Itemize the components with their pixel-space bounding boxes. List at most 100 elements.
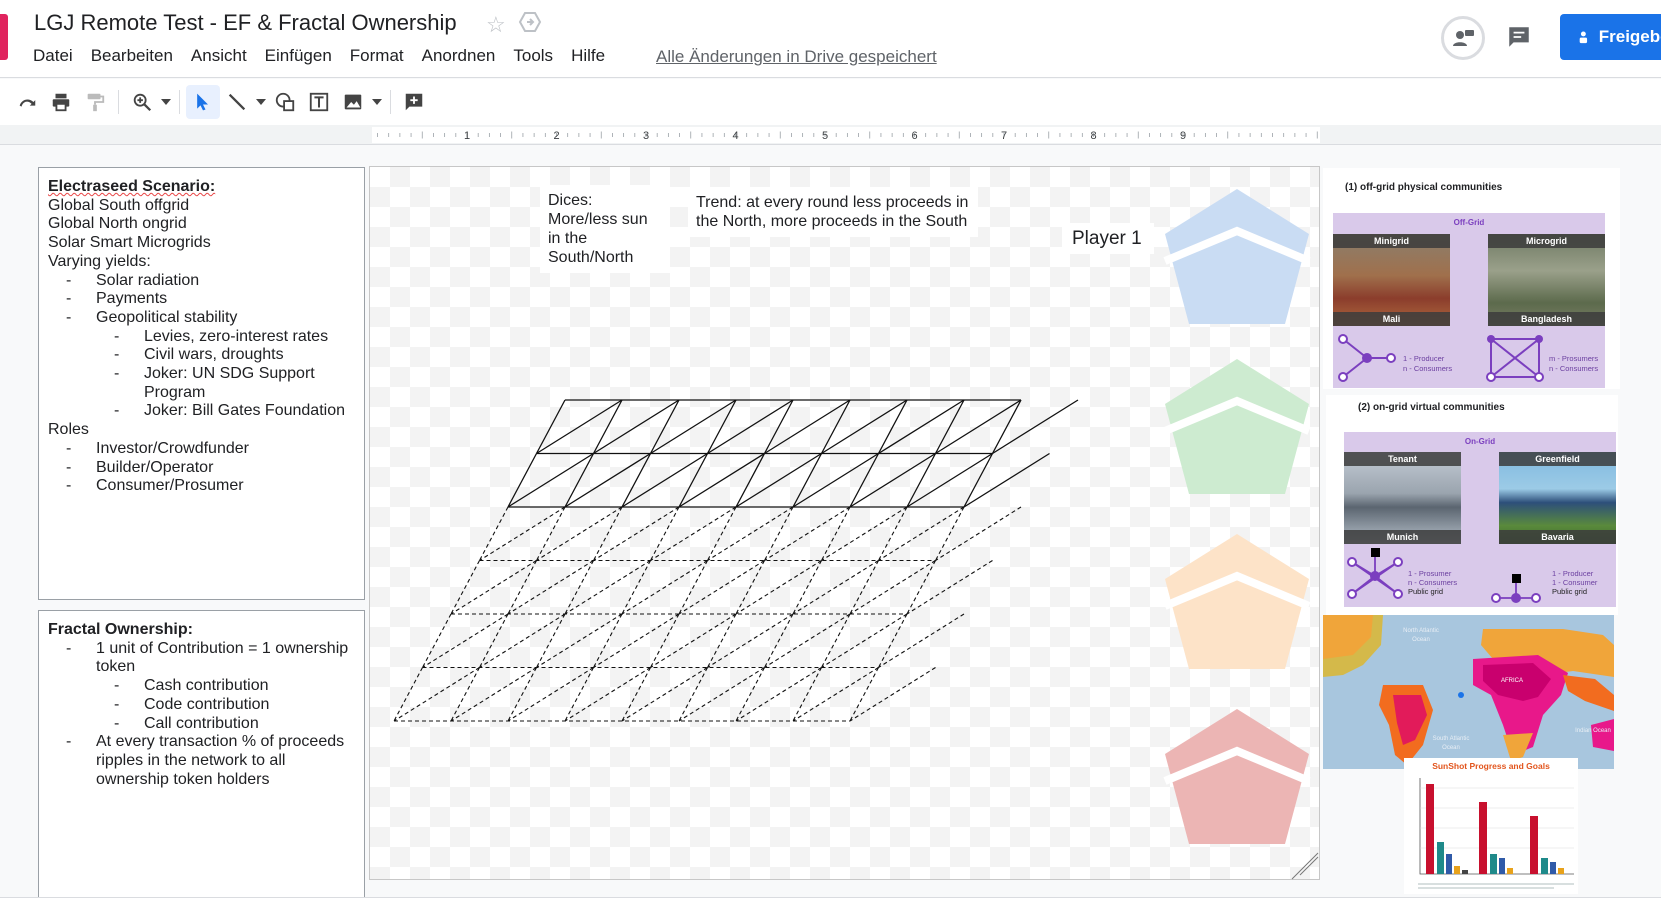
grid-line — [934, 399, 965, 454]
grid-line — [707, 399, 794, 455]
line-dropdown-icon[interactable] — [254, 85, 268, 119]
producer-text-2: 1 - Producer — [1552, 569, 1594, 578]
grid-line — [450, 667, 537, 722]
scenario-textbox[interactable]: Electraseed Scenario: Global South offgr… — [38, 167, 365, 600]
document-title[interactable]: LGJ Remote Test - EF & Fractal Ownership — [34, 10, 457, 36]
grid-line — [792, 452, 879, 508]
toolbar-divider — [118, 90, 119, 114]
grid-line — [564, 453, 595, 508]
munich-label: Munich — [1344, 530, 1461, 544]
prosumers-text: m - Prosumers — [1549, 354, 1599, 363]
offgrid-header: Off-Grid — [1453, 218, 1485, 227]
yield-item: Payments — [48, 290, 355, 309]
grid-line — [422, 613, 452, 668]
map-label: AFRICA — [1501, 678, 1524, 684]
line-icon[interactable] — [220, 85, 254, 119]
grid-line — [678, 453, 709, 508]
menu-ansicht[interactable]: Ansicht — [182, 46, 256, 66]
menu-tools[interactable]: Tools — [504, 46, 562, 66]
stability-item: Joker: UN SDG Support Program — [48, 365, 355, 402]
slides-logo[interactable] — [0, 14, 8, 60]
grid-line — [849, 667, 879, 722]
redo-icon[interactable] — [10, 85, 44, 119]
ruler-number: 2 — [553, 130, 559, 142]
star-icon[interactable]: ☆ — [486, 12, 506, 38]
player-pentagon[interactable] — [1165, 359, 1309, 494]
mesh-network-icon — [1486, 335, 1544, 382]
player-label[interactable]: Player 1 — [1062, 223, 1154, 254]
dices-note[interactable]: Dices: More/less sun in the South/North — [540, 185, 670, 273]
image-icon[interactable] — [336, 85, 370, 119]
tenant-photo: Tenant Munich — [1344, 452, 1461, 544]
menu-einfuegen[interactable]: Einfügen — [256, 46, 341, 66]
share-label: Freigeben — [1598, 27, 1661, 46]
microgrid-label: Microgrid — [1488, 234, 1605, 248]
bavaria-label: Bavaria — [1499, 530, 1616, 544]
textbox-icon[interactable] — [302, 85, 336, 119]
grid-line — [763, 399, 794, 454]
grid-line — [422, 613, 509, 668]
grid-line — [450, 667, 480, 722]
contribution-item: Code contribution — [48, 696, 355, 715]
fractal-title: Fractal Ownership: — [48, 621, 193, 638]
grid-line — [821, 613, 908, 668]
resize-handle-icon[interactable] — [1291, 852, 1319, 880]
player-pentagon[interactable] — [1165, 189, 1309, 324]
role-item: Builder/Operator — [48, 459, 355, 478]
offgrid-image[interactable]: (1) off-grid physical communities Off-Gr… — [1323, 168, 1620, 389]
menu-anordnen[interactable]: Anordnen — [413, 46, 505, 66]
toolbar-divider — [179, 90, 180, 114]
select-icon[interactable] — [186, 85, 220, 119]
grid-line — [792, 560, 879, 615]
grid-line — [536, 613, 623, 668]
grid-star-network-icon — [1347, 548, 1403, 599]
grid-line — [393, 667, 480, 722]
grid-line — [621, 560, 708, 615]
fractal-ownership-textbox[interactable]: Fractal Ownership: 1 unit of Contributio… — [38, 610, 365, 910]
save-status-link[interactable]: Alle Änderungen in Drive gespeichert — [656, 47, 937, 67]
player-pentagon[interactable] — [1165, 709, 1309, 844]
ruler-number: 5 — [822, 130, 828, 142]
image-dropdown-icon[interactable] — [370, 85, 384, 119]
player-pentagon[interactable] — [1165, 534, 1309, 669]
drive-move-icon[interactable] — [518, 10, 542, 40]
ruler-track[interactable]: 1 2 3 4 5 6 7 8 9 — [372, 127, 1320, 143]
sunshot-title: SunShot Progress and Goals — [1432, 761, 1550, 771]
paint-format-icon[interactable] — [78, 85, 112, 119]
ruler-number: 8 — [1090, 130, 1096, 142]
grid-line — [564, 667, 651, 722]
horizontal-ruler: 1 2 3 4 5 6 7 8 9 — [0, 125, 1661, 145]
solar-radiation-map[interactable]: North Atlantic Ocean AFRICA South Atlant… — [1323, 615, 1614, 769]
slide-canvas[interactable]: Dices: More/less sun in the South/North … — [369, 166, 1320, 880]
triangle-grid-board[interactable] — [370, 167, 1321, 881]
grid-line — [479, 506, 509, 561]
grid-line — [650, 613, 737, 668]
sunshot-bars-graphic — [1418, 778, 1574, 889]
menu-bearbeiten[interactable]: Bearbeiten — [82, 46, 182, 66]
menu-format[interactable]: Format — [341, 46, 413, 66]
menu-hilfe[interactable]: Hilfe — [562, 46, 614, 66]
grid-line — [564, 452, 651, 508]
speaker-notes-bar[interactable] — [0, 897, 1661, 911]
menu-datei[interactable]: Datei — [24, 46, 82, 66]
sunshot-chart-image[interactable]: SunShot Progress and Goals — [1404, 758, 1578, 894]
zoom-dropdown-icon[interactable] — [159, 85, 173, 119]
comments-icon[interactable] — [1506, 24, 1532, 55]
ongrid-image[interactable]: (2) on-grid virtual communities On-Grid … — [1326, 395, 1618, 615]
ongrid-panel: On-Grid Tenant Munich Greenfield Bavaria… — [1344, 432, 1616, 607]
grid-line — [479, 506, 566, 561]
zoom-icon[interactable] — [125, 85, 159, 119]
yield-item: Solar radiation — [48, 272, 355, 291]
activity-dashboard-icon[interactable] — [1441, 16, 1485, 60]
trend-note[interactable]: Trend: at every round less proceeds in t… — [688, 187, 978, 237]
shape-icon[interactable] — [268, 85, 302, 119]
share-button[interactable]: Freigeben — [1560, 14, 1661, 60]
stability-item: Civil wars, droughts — [48, 346, 355, 365]
grid-line — [621, 452, 708, 508]
print-icon[interactable] — [44, 85, 78, 119]
grid-line — [535, 399, 566, 454]
grid-line — [878, 399, 965, 455]
greenfield-photo: Greenfield Bavaria — [1499, 452, 1616, 544]
add-comment-icon[interactable] — [397, 85, 431, 119]
scenario-line: Global North ongrid — [48, 215, 187, 233]
